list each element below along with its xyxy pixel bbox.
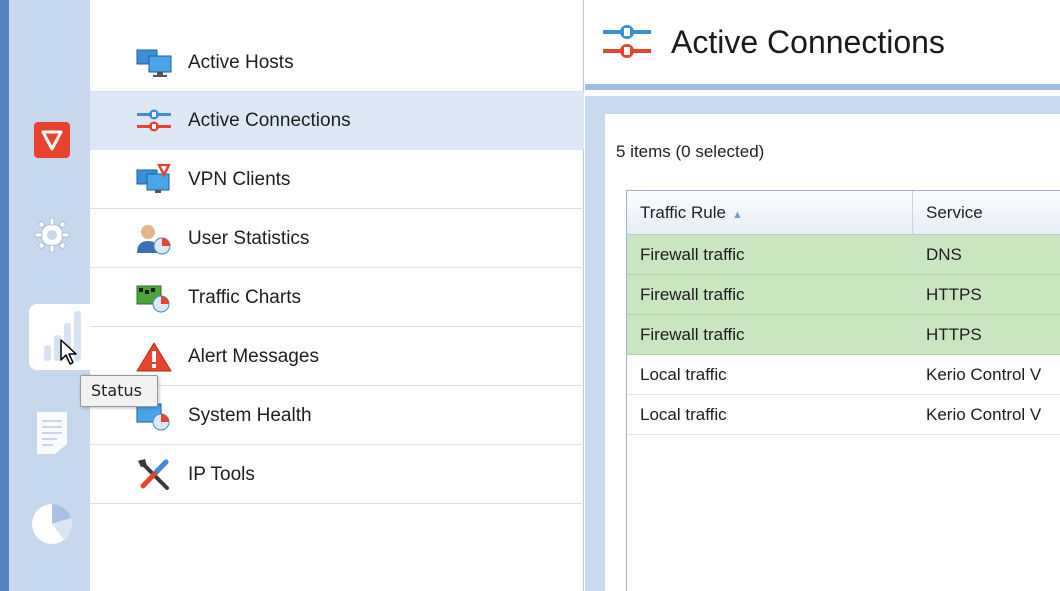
pie-chart-icon (30, 502, 74, 550)
nav-item-alert-messages[interactable]: Alert Messages (90, 328, 584, 386)
status-tooltip: Status (80, 375, 158, 407)
nav-item-system-health[interactable]: System Health (90, 387, 584, 445)
column-header-service[interactable]: Service (913, 191, 1060, 235)
table-row[interactable]: Firewall traffic HTTPS (627, 315, 1060, 355)
table-row[interactable]: Local traffic Kerio Control V (627, 355, 1060, 395)
table-row[interactable]: Firewall traffic HTTPS (627, 275, 1060, 315)
app-rail (0, 0, 99, 591)
tools-icon (134, 458, 174, 492)
content-body: 5 items (0 selected) Traffic Rule ▲ Servi… (585, 96, 1060, 591)
mouse-cursor-icon (59, 338, 79, 370)
nav-item-active-hosts[interactable]: Active Hosts (90, 34, 584, 92)
service-cell: DNS (926, 245, 962, 264)
traffic-rule-cell: Local traffic (640, 365, 727, 384)
table-row[interactable]: Firewall traffic DNS (627, 235, 1060, 275)
column-header-traffic-rule[interactable]: Traffic Rule ▲ (627, 191, 913, 235)
nav-item-traffic-charts[interactable]: Traffic Charts (90, 269, 584, 327)
traffic-rule-cell: Firewall traffic (640, 245, 745, 264)
service-cell: HTTPS (926, 285, 982, 304)
status-nav-list: Active Hosts Active Connections VPN Clie (90, 0, 584, 591)
nav-item-label: Active Connections (188, 109, 351, 131)
rail-configuration-button[interactable] (29, 214, 75, 260)
vpn-clients-icon (134, 163, 174, 197)
item-count: 5 items (0 selected) (616, 142, 765, 161)
page-title: Active Connections (671, 24, 945, 60)
gear-icon (33, 216, 71, 258)
sort-ascending-icon: ▲ (731, 209, 743, 221)
nav-item-label: Active Hosts (188, 51, 294, 73)
service-cell: Kerio Control V (926, 365, 1042, 384)
nav-item-ip-tools[interactable]: IP Tools (90, 446, 584, 504)
service-cell: HTTPS (926, 325, 982, 344)
nav-item-vpn-clients[interactable]: VPN Clients (90, 151, 584, 209)
nav-item-label: Alert Messages (188, 345, 319, 367)
rail-security-button[interactable] (29, 119, 75, 165)
nav-item-user-statistics[interactable]: User Statistics (90, 210, 584, 268)
traffic-rule-cell: Local traffic (640, 405, 727, 424)
user-statistics-icon (134, 222, 174, 256)
shield-icon (34, 122, 70, 162)
document-icon (35, 410, 69, 460)
rail-logs-button[interactable] (29, 412, 75, 458)
connections-panel: 5 items (0 selected) Traffic Rule ▲ Servi… (605, 114, 1060, 591)
traffic-rule-cell: Firewall traffic (640, 285, 745, 304)
connections-icon (134, 104, 174, 138)
content-header: Active Connections (585, 0, 1060, 90)
rail-status-button[interactable] (29, 304, 99, 370)
nav-item-label: VPN Clients (188, 168, 291, 190)
nav-item-label: IP Tools (188, 463, 255, 485)
alert-icon (134, 340, 174, 374)
traffic-charts-icon (134, 281, 174, 315)
traffic-rule-cell: Firewall traffic (640, 325, 745, 344)
table-row[interactable]: Local traffic Kerio Control V (627, 395, 1060, 435)
computers-icon (134, 46, 174, 80)
rail-reports-button[interactable] (29, 503, 75, 549)
connections-icon (601, 22, 653, 66)
nav-item-label: System Health (188, 404, 312, 426)
nav-item-active-connections[interactable]: Active Connections (90, 92, 584, 150)
connections-table: Traffic Rule ▲ Service Firewall traffic D… (626, 190, 1060, 591)
service-cell: Kerio Control V (926, 405, 1042, 424)
table-header: Traffic Rule ▲ Service (627, 191, 1060, 235)
nav-item-label: Traffic Charts (188, 286, 301, 308)
nav-item-label: User Statistics (188, 227, 310, 249)
